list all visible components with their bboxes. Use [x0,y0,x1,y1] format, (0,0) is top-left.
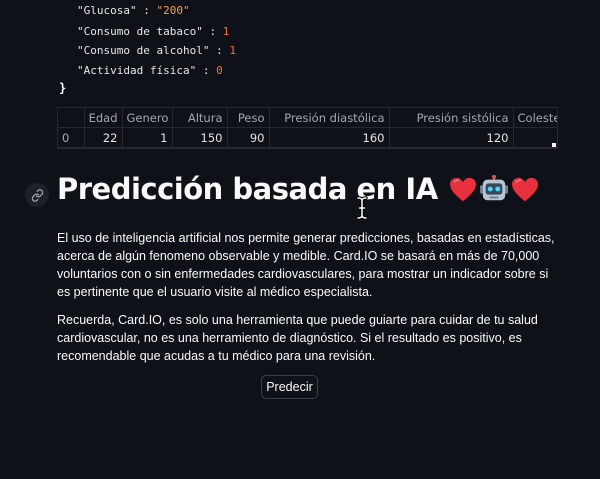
table-cell[interactable]: 120 [389,127,514,148]
column-header-genero[interactable]: Genero [122,108,173,128]
link-icon [31,188,43,202]
heart-emoji-icon [512,177,539,202]
table-row: 0 22 1 150 90 160 120 1 [58,127,557,148]
json-line: "Actividad física" : 0 [77,64,223,77]
anchor-link-button[interactable] [25,183,49,207]
robot-emoji-icon [480,175,509,201]
row-index[interactable]: 0 [58,127,85,148]
json-line: "Glucosa" : "200" [77,4,190,17]
page-title-text: Predicción basada en IA [57,172,438,206]
json-viewer: "Glucosa" : "200" "Consumo de tabaco" : … [57,0,556,100]
column-header-edad[interactable]: Edad [84,108,123,128]
column-header-colesterol[interactable]: Colesterol [513,108,557,128]
table-cell[interactable]: 90 [227,127,270,148]
dataframe-header-row: Edad Genero Altura Peso Presión diastóli… [58,108,557,128]
predict-button[interactable]: Predecir [261,375,318,399]
dataframe-resize-handle[interactable] [552,143,556,147]
table-cell[interactable]: 150 [172,127,228,148]
dataframe[interactable]: Edad Genero Altura Peso Presión diastóli… [57,107,558,149]
table-cell[interactable]: 22 [84,127,123,148]
intro-paragraph: El uso de inteligencia artificial nos pe… [57,231,555,299]
dataframe-table: Edad Genero Altura Peso Presión diastóli… [58,108,557,148]
column-header-presion-sistolica[interactable]: Presión sistólica [389,108,514,128]
table-cell[interactable]: 160 [269,127,390,148]
json-line: "Consumo de alcohol" : 1 [77,44,236,57]
text-cursor-icon [356,196,368,220]
column-header-peso[interactable]: Peso [227,108,270,128]
table-cell[interactable]: 1 [122,127,173,148]
page-title: Predicción basada en IA [57,172,539,206]
json-line: "Consumo de tabaco" : 1 [77,25,230,38]
json-closing-brace: } [59,81,67,95]
column-header-index[interactable] [58,108,85,128]
column-header-presion-diastolica[interactable]: Presión diastólica [269,108,390,128]
disclaimer-paragraph: Recuerda, Card.IO, es solo una herramien… [57,313,538,363]
column-header-altura[interactable]: Altura [172,108,228,128]
heart-emoji-icon [450,177,477,202]
